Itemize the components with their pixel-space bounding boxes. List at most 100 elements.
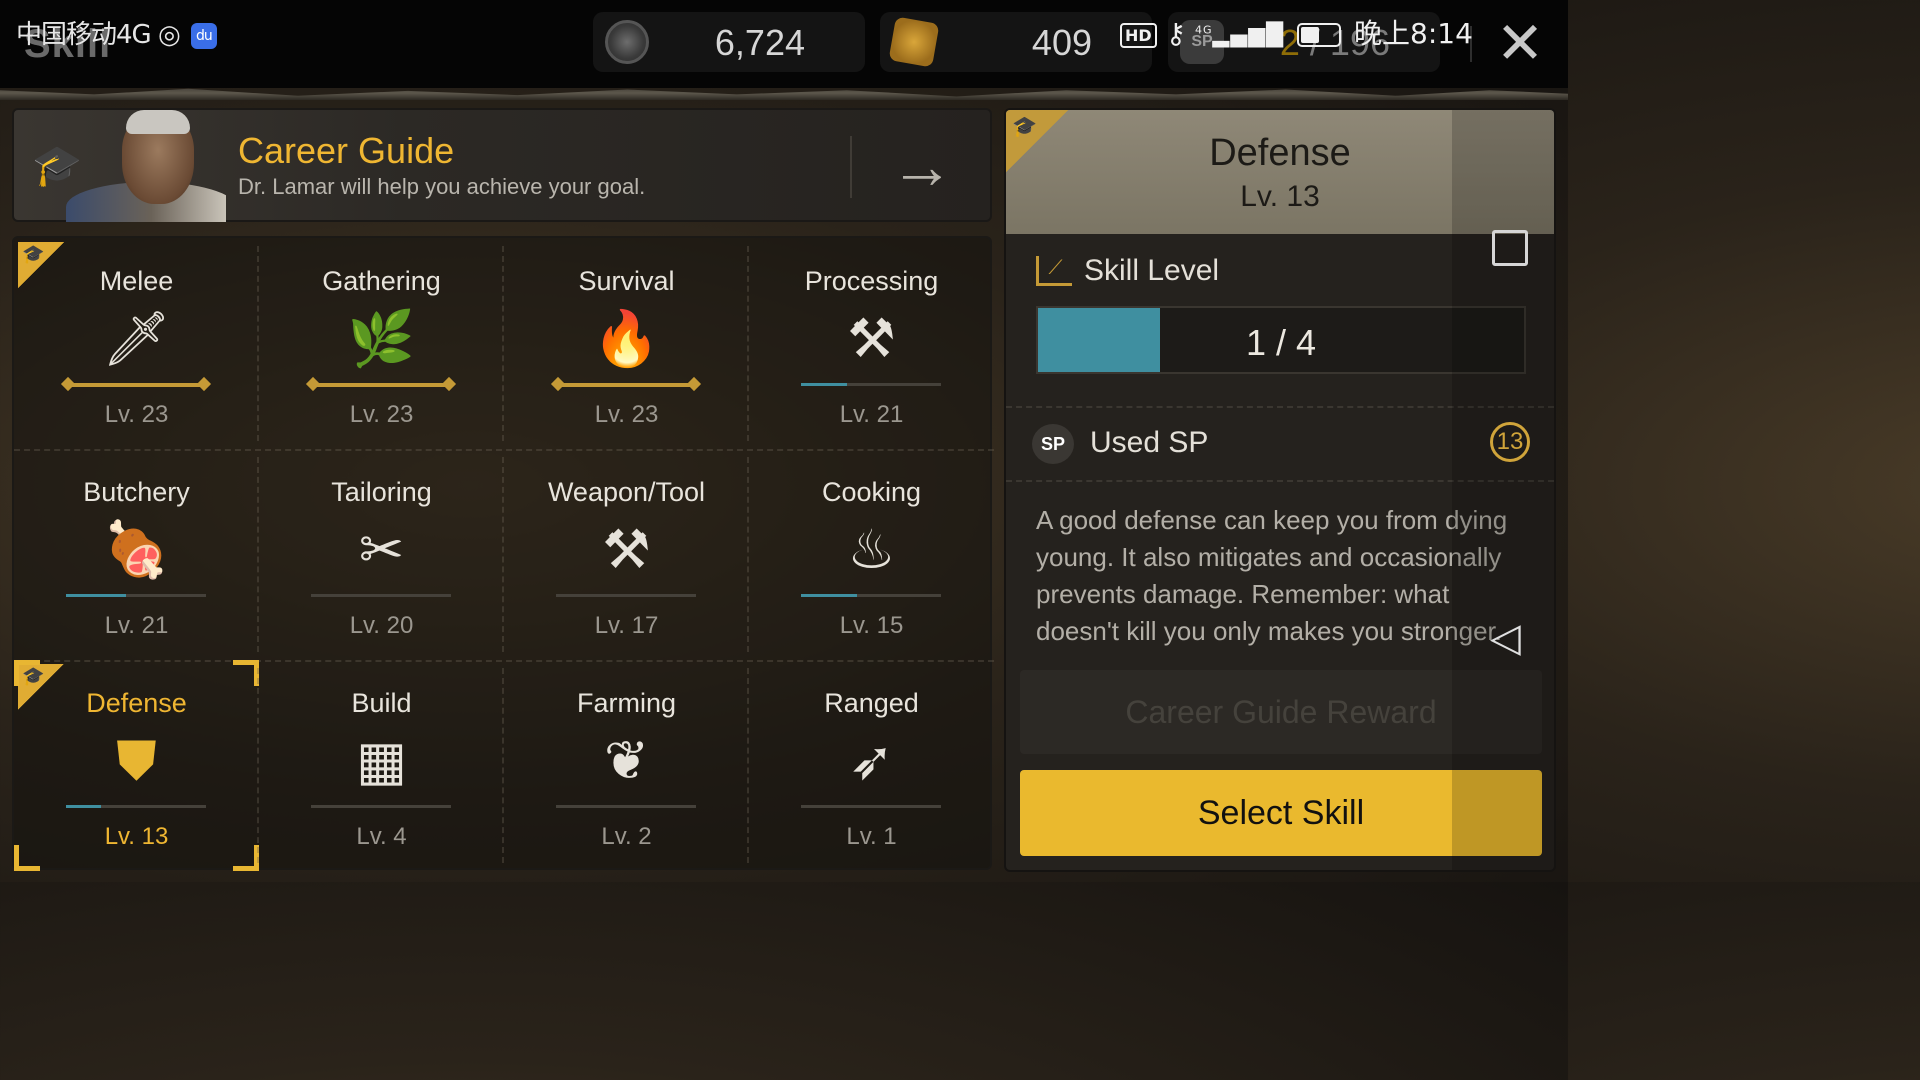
skill-cell-cooking[interactable]: Cooking ♨ Lv. 15 [749, 449, 994, 660]
skill-name: Weapon/Tool [547, 477, 706, 507]
skill-name: Gathering [322, 266, 441, 296]
skill-progress-fill [801, 383, 848, 386]
skill-progress-fill [66, 805, 101, 808]
scissors-icon: ✂ [358, 520, 405, 580]
screen-overlay [1452, 110, 1554, 870]
bricks-icon: ▦ [355, 731, 408, 791]
career-guide-description: Dr. Lamar will help you achieve your goa… [238, 174, 646, 199]
skill-progress-bar [556, 383, 696, 387]
skill-progress-bar [311, 805, 451, 808]
divider [850, 136, 852, 198]
skill-name: Farming [576, 688, 677, 718]
location-icon: ◎ [157, 20, 181, 50]
skill-level: Lv. 23 [104, 401, 169, 428]
skill-level: Lv. 2 [601, 823, 652, 850]
career-guide-banner[interactable]: 🎓 Career Guide Dr. Lamar will help you a… [12, 108, 992, 222]
skill-level: Lv. 21 [839, 401, 904, 428]
skill-progress-bar [801, 805, 941, 808]
battery-icon [1297, 23, 1342, 47]
chart-trend-icon: ⟋ [1036, 256, 1072, 286]
currency-gear[interactable]: 409 [880, 12, 1152, 72]
skill-cell-melee[interactable]: 🎓 Melee 🗡 Lv. 23 [14, 238, 259, 449]
skill-progress-fill [801, 594, 857, 597]
career-guide-title: Career Guide [238, 130, 455, 171]
bow-icon: ➶ [848, 731, 895, 791]
skill-name: Survival [578, 266, 675, 296]
skill-progress-bar [556, 805, 696, 808]
skill-progress-bar [66, 594, 206, 597]
cooking-pot-icon: ♨ [847, 520, 896, 580]
skill-progress-fill [66, 594, 127, 597]
skill-cell-survival[interactable]: Survival 🔥 Lv. 23 [504, 238, 749, 449]
arrow-right-icon[interactable]: → [890, 126, 954, 206]
anvil-icon: ⚒ [602, 520, 651, 580]
skill-name: Tailoring [331, 477, 432, 507]
skill-cell-farming[interactable]: Farming ❦ Lv. 2 [504, 660, 749, 871]
skill-name: Melee [99, 266, 174, 296]
meat-icon: 🍖 [102, 520, 171, 580]
skill-name: Cooking [821, 477, 922, 507]
skill-progress-bar [311, 383, 451, 387]
skill-level: Lv. 20 [349, 612, 414, 639]
currency-value: 6,724 [714, 22, 805, 63]
skill-progress-bar [66, 383, 206, 387]
used-sp-badge: 13 [1490, 422, 1530, 462]
skill-level: Lv. 4 [356, 823, 407, 850]
clock-time: 晚上8:14 [1354, 17, 1473, 50]
sprout-icon: ❦ [603, 731, 650, 791]
sp-icon: SP [1032, 424, 1074, 464]
overlay-square-button[interactable] [1492, 230, 1528, 266]
campfire-icon: 🔥 [592, 309, 661, 369]
skill-progress-bar [66, 805, 206, 808]
skill-grid: 🎓 Melee 🗡 Lv. 23 Gathering 🌿 Lv. 23 Survival 🔥 Lv… [12, 236, 994, 871]
skill-level: Lv. 15 [839, 612, 904, 639]
skill-progress-bar [801, 594, 941, 597]
portrait-hair [126, 110, 190, 134]
skill-cell-defense[interactable]: 🎓 Defense ⛊ Lv. 13 [14, 660, 259, 871]
skill-level: Lv. 17 [594, 612, 659, 639]
baidu-app-icon: du [190, 22, 217, 49]
selection-corner [14, 660, 40, 686]
skill-detail-panel: 🎓 Defense Lv. 13 ⟋ Skill Level 1 / 4 SP … [1004, 108, 1556, 872]
currency-value: 409 [1031, 22, 1092, 63]
skill-level: Lv. 1 [846, 823, 897, 850]
knife-icon: 🗡 [102, 309, 171, 369]
skill-name: Butchery [83, 477, 190, 507]
top-bar: Skill 中国移动4G ◎ du 6,724 409 SP 2 / 196 H… [0, 0, 1568, 88]
status-carrier: 中国移动4G ◎ du [16, 14, 217, 51]
skill-cell-build[interactable]: Build ▦ Lv. 4 [259, 660, 504, 871]
status-indicators: HD ⚷ 4G▂▄▆█ 晚上8:14 [1120, 12, 1473, 52]
signal-icon: 4G▂▄▆█ [1195, 22, 1285, 48]
gathering-icon: 🌿 [347, 309, 416, 369]
skill-progress-bar [801, 383, 941, 386]
close-button[interactable]: ✕ [1490, 14, 1550, 74]
processing-icon: ⚒ [847, 309, 896, 369]
back-triangle-icon[interactable]: ◁ [1490, 616, 1530, 660]
skill-progress-bar [556, 594, 696, 597]
skill-cell-tailoring[interactable]: Tailoring ✂ Lv. 20 [259, 449, 504, 660]
skill-cell-weapon-tool[interactable]: Weapon/Tool ⚒ Lv. 17 [504, 449, 749, 660]
skill-cell-ranged[interactable]: Ranged ➶ Lv. 1 [749, 660, 994, 871]
selection-corner [233, 845, 259, 871]
skill-cell-processing[interactable]: Processing ⚒ Lv. 21 [749, 238, 994, 449]
clock-coin-icon [605, 20, 649, 64]
torn-edge-divider [0, 88, 1568, 100]
selection-corner [14, 845, 40, 871]
skill-name: Processing [804, 266, 939, 296]
skill-name: Build [351, 688, 412, 718]
selection-corner [233, 660, 259, 686]
skill-name: Ranged [824, 688, 919, 718]
skill-level: Lv. 23 [349, 401, 414, 428]
currency-clock[interactable]: 6,724 [593, 12, 865, 72]
dr-lamar-portrait: 🎓 [26, 110, 226, 222]
skill-cell-butchery[interactable]: Butchery 🍖 Lv. 21 [14, 449, 259, 660]
skill-level: Lv. 21 [104, 612, 169, 639]
skill-level: Lv. 23 [594, 401, 659, 428]
skill-name: Defense [86, 688, 187, 718]
graduation-cap-icon: 🎓 [32, 144, 82, 188]
skill-cell-gathering[interactable]: Gathering 🌿 Lv. 23 [259, 238, 504, 449]
carrier-text: 中国移动4G [16, 20, 152, 50]
skill-progress-bar [311, 594, 451, 597]
key-icon: ⚷ [1165, 17, 1187, 50]
hd-badge: HD [1120, 22, 1157, 48]
